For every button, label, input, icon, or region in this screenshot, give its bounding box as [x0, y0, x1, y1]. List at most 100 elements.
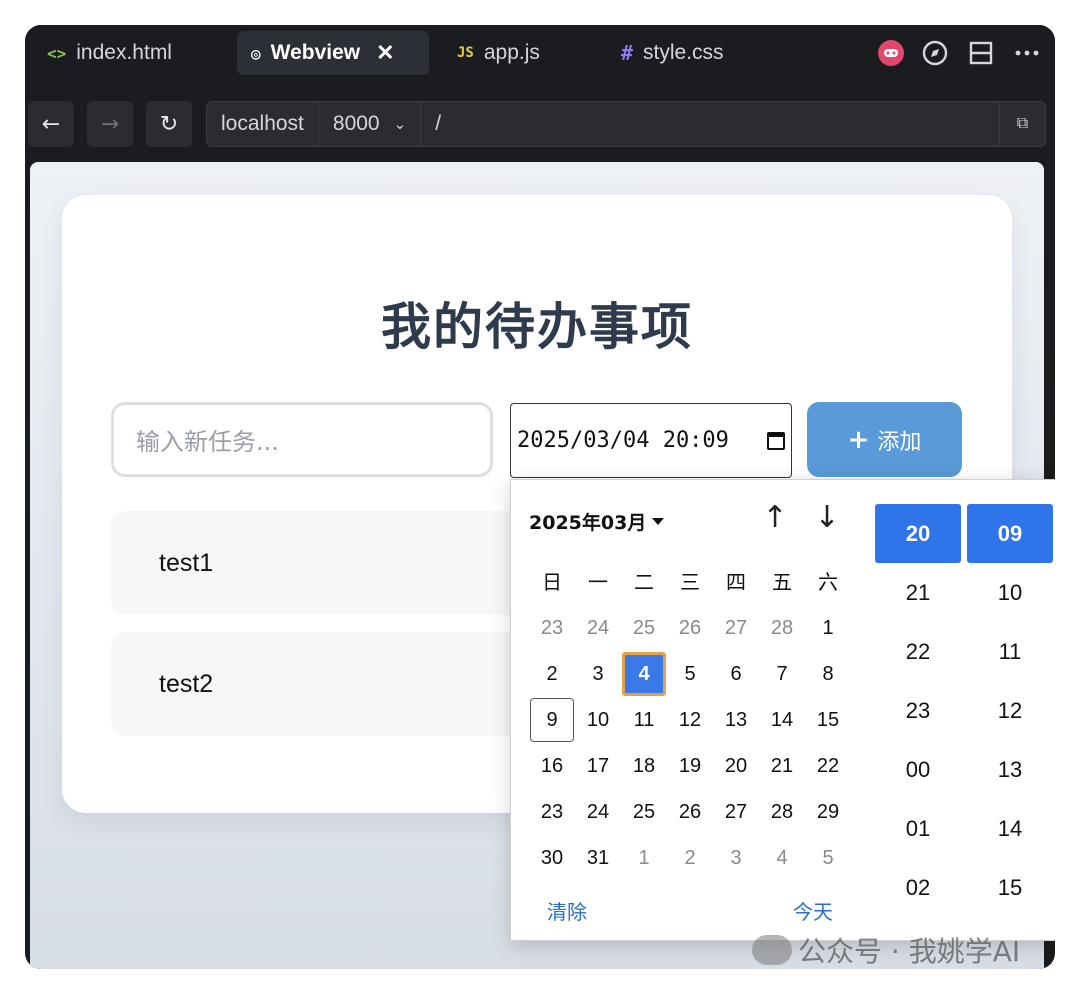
day-cell[interactable]: 13 [713, 697, 759, 743]
task-item[interactable]: test1 [111, 511, 531, 615]
day-cell[interactable]: 30 [529, 835, 575, 881]
day-cell[interactable]: 2 [667, 835, 713, 881]
day-cell[interactable]: 4 [759, 835, 805, 881]
day-cell[interactable]: 25 [621, 605, 667, 651]
weekday-label: 四 [726, 570, 746, 594]
url-bar[interactable]: localhost 8000 ⌄ / ⧉ [206, 101, 1046, 147]
day-cell[interactable]: 23 [529, 789, 575, 835]
tab-webview[interactable]: ◎ Webview ✕ [237, 31, 429, 75]
tab-app-js[interactable]: JS app.js [443, 31, 554, 75]
wechat-icon [752, 935, 792, 965]
hour-option[interactable]: 01 [875, 799, 961, 858]
close-icon[interactable]: ✕ [376, 40, 394, 66]
hour-option[interactable]: 00 [875, 740, 961, 799]
day-cell[interactable]: 1 [805, 605, 851, 651]
day-cell[interactable]: 7 [759, 651, 805, 697]
minute-column: 09 10 11 12 13 14 15 [967, 504, 1053, 917]
hour-option[interactable]: 20 [875, 504, 961, 563]
day-cell[interactable]: 28 [759, 605, 805, 651]
url-port-select[interactable]: 8000 ⌄ [319, 102, 422, 146]
day-cell[interactable]: 31 [575, 835, 621, 881]
minute-option[interactable]: 14 [967, 799, 1053, 858]
tab-style-css[interactable]: # style.css [607, 31, 738, 75]
more-icon[interactable] [1011, 37, 1043, 69]
day-cell[interactable]: 29 [805, 789, 851, 835]
minute-option[interactable]: 11 [967, 622, 1053, 681]
day-cell[interactable]: 26 [667, 789, 713, 835]
reload-button[interactable]: ↻ [146, 101, 192, 147]
add-label: 添加 [877, 429, 922, 455]
hour-option[interactable]: 21 [875, 563, 961, 622]
day-cell[interactable]: 5 [805, 835, 851, 881]
day-cell[interactable]: 9 [530, 698, 574, 742]
tab-label: index.html [76, 41, 172, 64]
datetime-value: 2025/03/04 20:09 [517, 428, 729, 453]
day-cell[interactable]: 14 [759, 697, 805, 743]
today-button[interactable]: 今天 [793, 896, 833, 925]
forward-button[interactable]: → [87, 101, 133, 147]
calendar-icon[interactable] [767, 431, 785, 450]
datetime-picker: 2025年03月 ↑ ↓ 日一二三四五六 23 24 25 26 27 28 1 2 3 4 5 6 7… [510, 479, 1055, 941]
day-cell[interactable]: 17 [575, 743, 621, 789]
hour-option[interactable]: 23 [875, 681, 961, 740]
task-input[interactable]: 输入新任务... [111, 402, 493, 477]
day-cell[interactable]: 6 [713, 651, 759, 697]
ide-window: <> index.html ◎ Webview ✕ JS app.js # st… [25, 25, 1055, 969]
next-month-button[interactable]: ↓ [809, 500, 845, 535]
task-item[interactable]: test2 [111, 632, 531, 736]
url-path[interactable]: / [421, 102, 999, 146]
day-cell[interactable]: 15 [805, 697, 851, 743]
datetime-input[interactable]: 2025/03/04 20:09 [510, 403, 792, 478]
minute-option[interactable]: 15 [967, 858, 1053, 917]
day-cell[interactable]: 24 [575, 789, 621, 835]
day-cell[interactable]: 1 [621, 835, 667, 881]
gamepad-icon[interactable] [875, 37, 907, 69]
minute-option[interactable]: 09 [967, 504, 1053, 563]
day-cell[interactable]: 11 [621, 697, 667, 743]
minute-option[interactable]: 10 [967, 563, 1053, 622]
back-button[interactable]: ← [28, 101, 74, 147]
day-cell[interactable]: 5 [667, 651, 713, 697]
minute-option[interactable]: 13 [967, 740, 1053, 799]
day-cell[interactable]: 3 [575, 651, 621, 697]
day-cell[interactable]: 19 [667, 743, 713, 789]
minute-option[interactable]: 12 [967, 681, 1053, 740]
add-button[interactable]: + 添加 [807, 402, 962, 477]
hour-option[interactable]: 22 [875, 622, 961, 681]
day-cell[interactable]: 10 [575, 697, 621, 743]
compass-icon[interactable] [919, 37, 951, 69]
prev-month-button[interactable]: ↑ [757, 500, 793, 535]
tab-label: Webview [270, 41, 361, 64]
url-host[interactable]: localhost [207, 102, 319, 146]
tab-index-html[interactable]: <> index.html [33, 31, 186, 75]
layout-icon[interactable] [965, 37, 997, 69]
day-cell[interactable]: 22 [805, 743, 851, 789]
day-cell[interactable]: 23 [529, 605, 575, 651]
tab-label: style.css [643, 41, 724, 64]
month-label: 2025年03月 [529, 512, 647, 534]
hour-column: 20 21 22 23 00 01 02 [875, 504, 961, 917]
js-icon: JS [457, 45, 474, 61]
day-cell[interactable]: 16 [529, 743, 575, 789]
day-cell[interactable]: 3 [713, 835, 759, 881]
day-cell[interactable]: 2 [529, 651, 575, 697]
clear-button[interactable]: 清除 [547, 896, 587, 925]
day-cell[interactable]: 8 [805, 651, 851, 697]
day-cell[interactable]: 27 [713, 605, 759, 651]
watermark-text: 公众号 · 我姚学AI [798, 935, 1021, 968]
day-cell[interactable]: 21 [759, 743, 805, 789]
tab-label: app.js [483, 41, 540, 64]
day-cell[interactable]: 25 [621, 789, 667, 835]
day-cell[interactable]: 20 [713, 743, 759, 789]
day-cell[interactable]: 28 [759, 789, 805, 835]
hour-option[interactable]: 02 [875, 858, 961, 917]
day-cell[interactable]: 26 [667, 605, 713, 651]
day-cell[interactable]: 24 [575, 605, 621, 651]
day-cell[interactable]: 12 [667, 697, 713, 743]
page-title: 我的待办事项 [381, 298, 693, 356]
copy-icon[interactable]: ⧉ [999, 102, 1045, 146]
day-cell[interactable]: 4 [622, 652, 666, 696]
month-selector[interactable]: 2025年03月 [529, 508, 665, 535]
day-cell[interactable]: 27 [713, 789, 759, 835]
day-cell[interactable]: 18 [621, 743, 667, 789]
